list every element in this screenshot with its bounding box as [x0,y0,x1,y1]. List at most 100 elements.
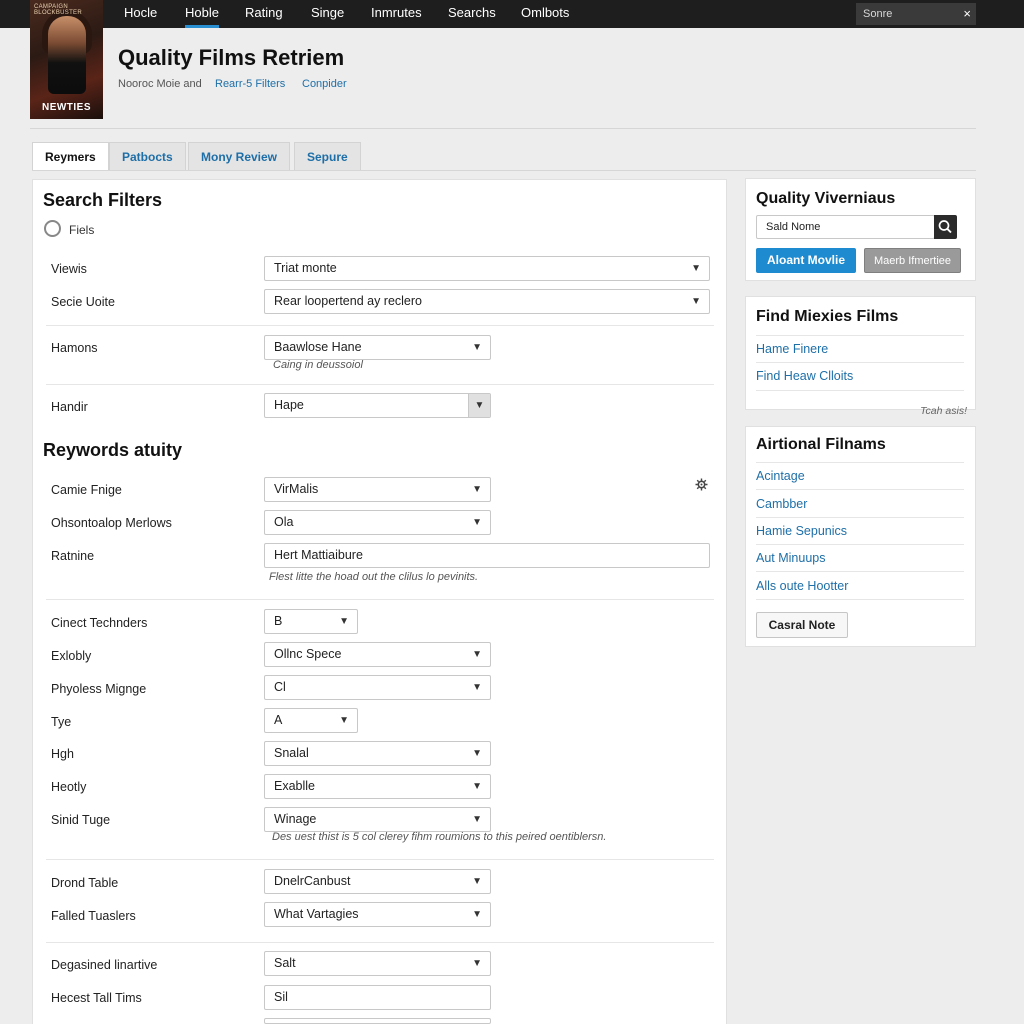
sidebar-separator [756,599,964,600]
detail-label-tye: Tye [51,715,72,729]
detail-label-hgh: Hgh [51,747,74,761]
tye-select-value: A [274,713,283,727]
tab-reymers[interactable]: Reymers [32,142,109,171]
cinect-select[interactable]: B ▼ [264,609,358,634]
top-search-placeholder: Sonre [863,8,893,20]
row-divider [46,384,714,385]
chevron-down-icon: ▼ [339,715,349,726]
header-link-filters[interactable]: Rearr-5 Filters [215,78,285,90]
filter-label-secie-uoite: Secie Uoite [51,295,115,309]
sidebar-box3-title: Airtional Filnams [756,436,886,453]
close-icon[interactable]: × [963,3,971,25]
tab-mony-review[interactable]: Mony Review [188,142,291,170]
sidebar-separator [756,390,964,391]
nav-item-omlbots[interactable]: Omlbots [521,0,569,28]
nav-item-singe[interactable]: Singe [311,0,344,28]
keyword-label-camie-fnige: Camie Fnige [51,483,122,497]
nav-item-searchs[interactable]: Searchs [448,0,496,28]
detail-label-heotly: Heotly [51,780,87,794]
handir-select[interactable]: Hape ▼ [264,393,491,418]
gear-icon[interactable] [695,478,708,491]
hgh-select-value: Snalal [274,746,309,760]
ohsontoalop-select[interactable]: Ola ▼ [264,510,491,535]
viewis-select-value: Triat monte [274,261,337,275]
sidebar-search-box: Quality Viverniaus Sald Nome Aloant Movl… [745,178,976,281]
chevron-down-icon[interactable]: ▼ [468,394,490,417]
casral-note-button[interactable]: Casral Note [756,612,848,638]
sidebar-link-hamie-sepunics[interactable]: Hamie Sepunics [756,524,847,538]
header-divider [30,128,976,129]
chevron-down-icon: ▼ [472,909,482,920]
camie-fnige-select[interactable]: VirMalis ▼ [264,477,491,502]
degasined-select[interactable]: Salt ▼ [264,951,491,976]
nav-item-hocle[interactable]: Hocle [124,0,157,28]
secie-uoite-select[interactable]: Rear loopertend ay reclero ▼ [264,289,710,314]
fields-radio[interactable] [44,220,61,237]
nav-item-inmrutes[interactable]: Inmrutes [371,0,422,28]
sidebar-separator [756,571,964,572]
ratnine-input[interactable]: Hert Mattiaibure [264,543,710,568]
chevron-down-icon: ▼ [339,616,349,627]
sidebar-separator [756,462,964,463]
chevron-down-icon: ▼ [472,781,482,792]
tab-sepure[interactable]: Sepure [294,142,361,170]
phyoless-select[interactable]: Cl ▼ [264,675,491,700]
hamons-select[interactable]: Baawlose Hane ▼ [264,335,491,360]
movie-poster-image[interactable]: CAMPAIGN BLOCKBUSTER NEWTIES [30,0,103,119]
chevron-down-icon: ▼ [472,342,482,353]
tab-patbocts[interactable]: Patbocts [109,142,186,170]
search-icon[interactable] [934,215,957,239]
sidebar-link-hame-finere[interactable]: Hame Finere [756,342,828,356]
header-link-conpider[interactable]: Conpider [302,78,347,90]
falled-tuaslers-select-value: What Vartagies [274,907,359,921]
sidebar-link-acintage[interactable]: Acintage [756,469,805,483]
sidebar-link-alls-oute-hootter[interactable]: Alls oute Hootter [756,579,848,593]
cutoff-input[interactable] [264,1018,491,1024]
sidebar-box2-footer: Tcah asis! [920,405,967,417]
chevron-down-icon: ▼ [472,958,482,969]
degasined-select-value: Salt [274,956,296,970]
poster-tagline: CAMPAIGN BLOCKBUSTER [34,4,82,16]
detail-label-phyoless: Phyoless Mignge [51,682,147,696]
extra-label-degasined: Degasined linartive [51,958,158,972]
sidebar-separator [756,489,964,490]
sidebar-search-input[interactable]: Sald Nome [756,215,935,239]
sidebar-separator [756,544,964,545]
sidebar-link-cambber[interactable]: Cambber [756,497,807,511]
tye-select[interactable]: A ▼ [264,708,358,733]
search-filters-title: Search Filters [43,190,163,210]
sinid-tuge-select[interactable]: Winage ▼ [264,807,491,832]
falled-tuaslers-select[interactable]: What Vartagies ▼ [264,902,491,927]
viewis-select[interactable]: Triat monte ▼ [264,256,710,281]
top-search-input[interactable]: Sonre × [856,3,976,25]
heotly-select-value: Exablle [274,779,315,793]
sidebar-find-films-box: Find Miexies Films Hame Finere Find Heaw… [745,296,976,417]
hamons-select-value: Baawlose Hane [274,340,362,354]
aloant-movlie-button[interactable]: Aloant Movlie [756,248,856,273]
nav-item-rating[interactable]: Rating [245,0,283,28]
exlobly-select[interactable]: Ollnc Spece ▼ [264,642,491,667]
heotly-select[interactable]: Exablle ▼ [264,774,491,799]
handir-select-value: Hape [274,398,304,412]
sidebar-box2-title: Find Miexies Films [756,308,899,325]
page-title: Quality Films Retriem [118,45,345,70]
maerb-button[interactable]: Maerb Ifmertiee [864,248,961,273]
sidebar-link-aut-minuups[interactable]: Aut Minuups [756,551,825,565]
drond-table-select[interactable]: DnelrCanbust ▼ [264,869,491,894]
sinid-tuge-hint: Des uest thist is 5 col clerey fihm roum… [272,831,607,843]
filter-label-hamons: Hamons [51,341,98,355]
ohsontoalop-select-value: Ola [274,515,294,529]
chevron-down-icon: ▼ [691,296,701,307]
sidebar-box1-title: Quality Viverniaus [756,190,896,207]
sidebar-separator [756,362,964,363]
sidebar-link-find-heaw[interactable]: Find Heaw Clloits [756,369,853,383]
sinid-tuge-select-value: Winage [274,812,317,826]
poster-title: NEWTIES [41,102,92,113]
fields-radio-label: Fiels [69,223,95,237]
hecest-input[interactable]: Sil [264,985,491,1010]
chevron-down-icon: ▼ [472,876,482,887]
hgh-select[interactable]: Snalal ▼ [264,741,491,766]
chevron-down-icon: ▼ [472,649,482,660]
sidebar-separator [756,335,964,336]
nav-item-hoble[interactable]: Hoble [185,0,219,28]
